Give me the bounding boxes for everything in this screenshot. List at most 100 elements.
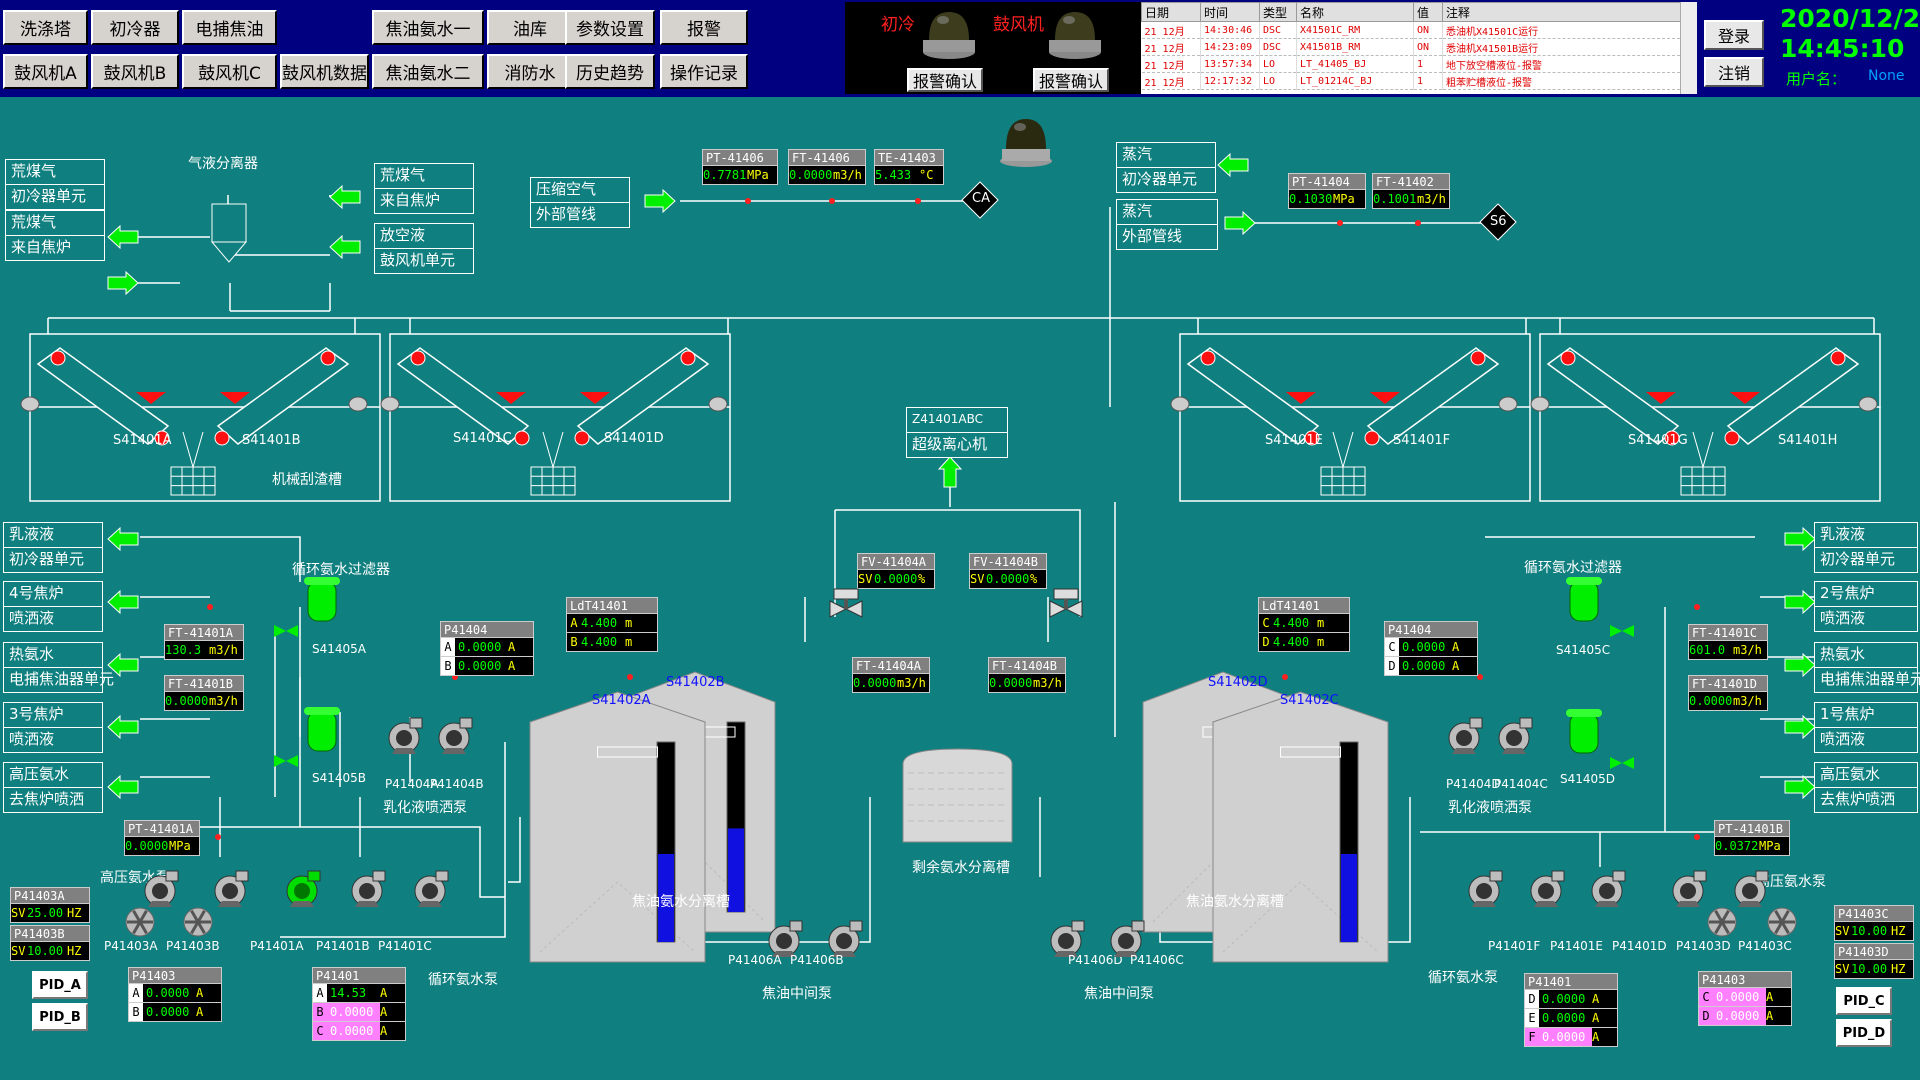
nav-blower-data[interactable]: 鼓风机数据	[280, 54, 369, 89]
sv-value: 25.00	[27, 906, 64, 920]
nav-tar-ammonia-1[interactable]: 焦油氨水一	[372, 10, 484, 45]
tank-level-fill	[728, 828, 744, 912]
user-label: 用户名：	[1786, 70, 1847, 88]
sv-label: SV	[11, 944, 26, 958]
sv-p41403b[interactable]: P41403B SV 10.00 HZ	[10, 925, 90, 961]
pump-icon[interactable]	[1585, 867, 1629, 911]
alarm-label-cooler: 初冷	[881, 15, 915, 35]
pump-tag: P41401F	[1488, 939, 1541, 953]
tank-tag: S41402C	[1280, 693, 1339, 708]
log-cell: 21 12月	[1141, 72, 1201, 90]
pump-tag: P41404D	[1446, 777, 1501, 791]
sv-p41403a[interactable]: P41403A SV 25.00 HZ	[10, 887, 90, 923]
log-cell: 21 12月	[1141, 21, 1201, 39]
pump-tag: P41406B	[790, 953, 844, 967]
current-date: 2020/12/21	[1780, 4, 1920, 33]
pump-icon[interactable]	[1442, 714, 1486, 758]
pid-d-button[interactable]: PID_D	[1836, 1019, 1892, 1047]
log-header: 值	[1413, 2, 1443, 22]
pump-tag: P41401A	[250, 939, 304, 953]
pump-icon[interactable]	[280, 867, 324, 911]
pump-icon[interactable]	[1492, 714, 1536, 758]
logout-button[interactable]: 注销	[1704, 57, 1764, 87]
fan-icon[interactable]	[1760, 900, 1804, 944]
log-cell: X41501B_RM	[1296, 38, 1414, 56]
log-cell: LT_01214C_BJ	[1296, 72, 1414, 90]
log-cell: 粗苯贮槽液位-报警	[1442, 72, 1681, 90]
log-cell: ON	[1413, 38, 1443, 56]
log-row[interactable]: 21 12月 14:23:09 DSC X41501B_RM ON 悉油机X41501B运…	[1141, 38, 1681, 56]
pump-tag: P41403B	[166, 939, 220, 953]
alarm-lamp-icon	[923, 12, 975, 59]
pump-icon[interactable]	[432, 714, 476, 758]
fan-icon[interactable]	[118, 900, 162, 944]
log-cell: X41501C_RM	[1296, 21, 1414, 39]
alarm-log: 日期 时间 类型 名称 值 注释 21 12月 14:30:46 DSC X41501…	[1141, 2, 1697, 94]
sv-value: 10.00	[1851, 962, 1888, 976]
log-header: 名称	[1296, 2, 1414, 22]
pump-tag: P41403C	[1738, 939, 1792, 953]
log-cell: 地下放空槽液位-报警	[1442, 55, 1681, 73]
pump-icon[interactable]	[382, 714, 426, 758]
pump-icon[interactable]	[408, 867, 452, 911]
alarm-log-table: 日期 时间 类型 名称 值 注释 21 12月 14:30:46 DSC X41501…	[1141, 2, 1681, 90]
pump-icon[interactable]	[1524, 867, 1568, 911]
nav-operation-log[interactable]: 操作记录	[660, 54, 748, 89]
alarm-ack-button-2[interactable]: 报警确认	[1033, 68, 1109, 92]
process-diagram: CA S6 荒煤气 初冷器单元 荒煤气 来自焦炉 气液分离器 荒煤气 来自焦炉 放空液…	[0, 97, 1920, 1080]
log-header: 日期	[1141, 2, 1201, 22]
log-row[interactable]: 21 12月 12:17:32 LO LT_01214C_BJ 1 粗苯贮槽液位-报警	[1141, 72, 1681, 90]
emulsion-pump-label-left: 乳化液喷洒泵	[383, 800, 467, 816]
meter-tag: P41403B	[10, 925, 90, 942]
log-header: 注释	[1442, 2, 1681, 22]
nav-tar-ammonia-2[interactable]: 焦油氨水二	[372, 54, 484, 89]
tank-level-fill	[1341, 854, 1357, 942]
current-time: 14:45:10	[1780, 34, 1905, 63]
nav-fire-water[interactable]: 消防水	[487, 54, 573, 89]
tank-s41402c[interactable]	[1212, 691, 1389, 963]
tank-s41402a[interactable]	[529, 691, 706, 963]
top-toolbar: 洗涤塔 初冷器 电捕焦油 焦油氨水一 油库 参数设置 报警 鼓风机A 鼓风机B …	[0, 0, 1920, 97]
pump-icon[interactable]	[345, 867, 389, 911]
sv-value: 10.00	[27, 944, 64, 958]
log-cell: ON	[1413, 21, 1443, 39]
residual-ammonia-tank[interactable]	[902, 748, 1013, 843]
nav-washing-tower[interactable]: 洗涤塔	[3, 10, 88, 45]
tank-tag: S41402D	[1208, 675, 1268, 690]
pump-tag: P41401B	[316, 939, 370, 953]
pump-tag: P41401E	[1550, 939, 1603, 953]
login-button[interactable]: 登录	[1704, 20, 1764, 50]
nav-blower-c[interactable]: 鼓风机C	[182, 54, 277, 89]
nav-blower-b[interactable]: 鼓风机B	[91, 54, 179, 89]
circ-pump-label-right: 循环氨水泵	[1428, 970, 1498, 986]
alarm-label-blower: 鼓风机	[993, 15, 1044, 35]
log-cell: 悉油机X41501B运行	[1442, 38, 1681, 56]
circ-pump-label-left: 循环氨水泵	[428, 972, 498, 988]
nav-primary-cooler[interactable]: 初冷器	[91, 10, 179, 45]
nav-electric-tar[interactable]: 电捕焦油	[182, 10, 277, 45]
nav-alarm[interactable]: 报警	[660, 10, 748, 45]
sv-p41403d[interactable]: P41403D SV 10.00 HZ	[1834, 943, 1914, 979]
sv-label: SV	[11, 906, 26, 920]
log-cell: DSC	[1259, 38, 1297, 56]
log-scrollbar[interactable]	[1680, 2, 1697, 94]
sv-unit: HZ	[67, 944, 82, 958]
tank-tag: S41402A	[592, 693, 651, 708]
nav-blower-a[interactable]: 鼓风机A	[3, 54, 88, 89]
nav-history-trend[interactable]: 历史趋势	[565, 54, 655, 89]
log-row[interactable]: 21 12月 13:57:34 LO LT_41405_BJ 1 地下放空槽液位-报警	[1141, 55, 1681, 73]
pid-b-button[interactable]: PID_B	[32, 1003, 88, 1031]
nav-oil-depot[interactable]: 油库	[487, 10, 573, 45]
log-row[interactable]: 21 12月 14:30:46 DSC X41501C_RM ON 悉油机X41501C运…	[1141, 21, 1681, 39]
pump-icon[interactable]	[208, 867, 252, 911]
pid-a-button[interactable]: PID_A	[32, 971, 88, 999]
pump-tag: P41404B	[430, 777, 484, 791]
residual-tank-label: 剩余氨水分离槽	[912, 860, 1010, 876]
pump-icon[interactable]	[1462, 867, 1506, 911]
emulsion-pump-label-right: 乳化液喷洒泵	[1448, 800, 1532, 816]
sv-p41403c[interactable]: P41403C SV 10.00 HZ	[1834, 905, 1914, 941]
alarm-ack-button-1[interactable]: 报警确认	[907, 68, 983, 92]
pid-c-button[interactable]: PID_C	[1836, 987, 1892, 1015]
log-cell: LT_41405_BJ	[1296, 55, 1414, 73]
nav-parameters[interactable]: 参数设置	[565, 10, 655, 45]
